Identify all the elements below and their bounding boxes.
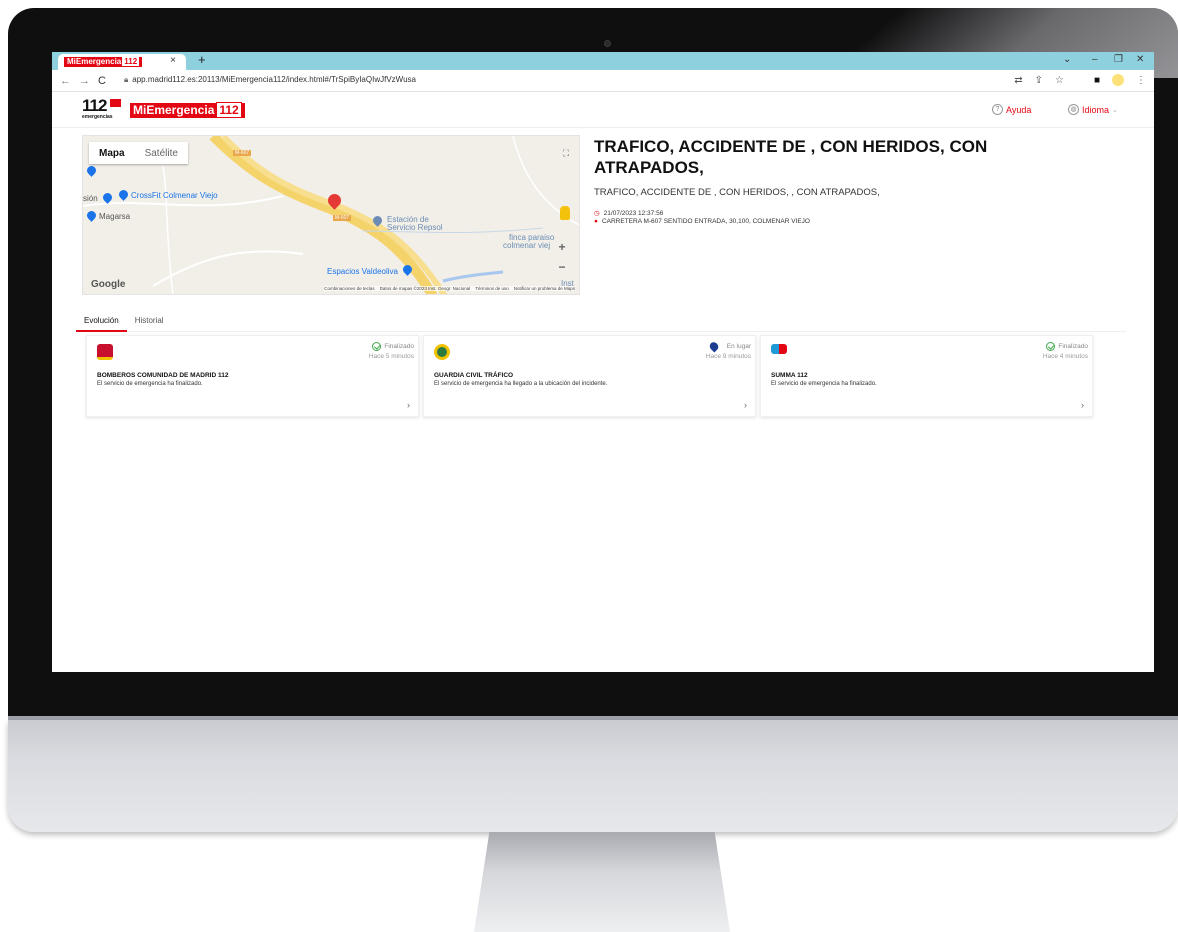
chevron-right-icon[interactable]: › [1081,400,1084,410]
logo-subtitle: emergencias [82,114,113,120]
tab-evolucion[interactable]: Evolución [76,314,127,332]
check-circle-icon [372,342,382,351]
tab-close-icon[interactable]: × [170,55,176,66]
incident-subtitle: TRAFICO, ACCIDENTE DE , CON HERIDOS, , C… [594,187,880,198]
status-time: Hace 5 minutos [368,353,414,360]
logo-112[interactable]: 112 emergencias [82,97,124,120]
map-type-map[interactable]: Mapa [89,148,135,159]
sidepanel-icon[interactable]: ■ [1094,75,1100,86]
camera-icon [604,40,611,47]
map-attr-report[interactable]: Notificar un problema de Maps [514,286,575,291]
map-label-espacios[interactable]: Espacios Valdeoliva [327,267,398,276]
browser-tab[interactable]: MiEmergencia 112 × [58,54,186,70]
map-label-sion: sión [83,194,98,203]
globe-icon: ◍ [1068,104,1079,115]
bookmark-star-icon[interactable]: ☆ [1055,75,1064,86]
map-type-satellite[interactable]: Satélite [135,148,188,159]
url-field[interactable]: 🔒︎ app.madrid112.es:20113/MiEmergencia112… [124,75,416,85]
language-selector[interactable]: ◍ Idioma ⌄ [1068,104,1118,115]
chrome-menu-icon[interactable]: ⋮ [1136,75,1146,86]
map-label-magarsa[interactable]: Magarsa [99,212,130,221]
lock-icon: 🔒︎ [124,75,129,84]
check-circle-icon [1046,342,1056,351]
status-time: Hace 9 minutos [705,353,751,360]
address-bar: ← → C 🔒︎ app.madrid112.es:20113/MiEmergen… [52,70,1154,92]
summa-logo [771,344,787,354]
translate-icon[interactable]: ⇄ [1014,75,1022,86]
language-label: Idioma [1082,104,1110,115]
service-cards: Finalizado Hace 5 minutos BOMBEROS COMUN… [86,335,1122,417]
service-description: El servicio de emergencia ha llegado a l… [434,381,608,387]
incident-map[interactable]: Mapa Satélite sión CrossFit Colmenar Vie… [82,135,580,295]
map-type-switch: Mapa Satélite [89,142,188,164]
incident-title: TRAFICO, ACCIDENTE DE , CON HERIDOS, CON… [594,137,988,177]
help-icon: ? [992,104,1003,115]
close-window-icon[interactable]: ✕ [1136,54,1144,65]
detail-tabs: Evolución Historial [76,314,1126,332]
forward-icon[interactable]: → [79,75,90,87]
status-badge: En lugar [707,340,751,353]
share-icon[interactable]: ⇪ [1035,75,1043,86]
service-card-bomberos[interactable]: Finalizado Hace 5 minutos BOMBEROS COMUN… [86,335,419,417]
map-attribution: Combinaciones de teclas Datos de mapas ©… [324,286,575,291]
chevron-right-icon[interactable]: › [407,400,410,410]
minimize-icon[interactable]: – [1092,54,1098,65]
app-header: 112 emergencias MiEmergencia 112 ? Ayuda … [52,92,1154,128]
zoom-in-button[interactable]: + [553,240,571,256]
incident-datetime-row: ◷ 21/07/2023 12:37:56 [594,209,664,218]
fullscreen-icon[interactable]: ⛶ [557,146,575,162]
tab-search-icon[interactable]: ⌄ [1063,54,1071,65]
service-card-summa[interactable]: Finalizado Hace 4 minutos SUMMA 112 El s… [760,335,1093,417]
service-card-guardia-civil[interactable]: En lugar Hace 9 minutos GUARDIA CIVIL TR… [423,335,756,417]
status-badge: Finalizado [1046,342,1088,351]
service-name: GUARDIA CIVIL TRÁFICO [434,372,514,379]
service-description: El servicio de emergencia ha finalizado. [771,381,877,387]
map-label-station-2[interactable]: Servicio Repsol [387,223,443,232]
map-label-colmenar[interactable]: colmenar viej [503,241,550,250]
reload-icon[interactable]: C [98,75,106,87]
clock-icon: ◷ [594,210,600,217]
map-attr-data: Datos de mapas ©2023 Inst. Geogr. Nacion… [379,286,471,291]
brand-logo[interactable]: MiEmergencia 112 [130,102,245,118]
zoom-out-button[interactable]: − [553,260,571,276]
location-shield-icon [707,340,720,353]
chevron-down-icon: ⌄ [1112,106,1118,114]
location-icon: ● [594,218,598,225]
tab-title: MiEmergencia 112 [64,57,143,67]
monitor-stand [474,832,730,932]
google-logo: Google [91,279,126,290]
desktop-scene: MiEmergencia 112 × + ⌄ – ❐ ✕ ← → C 🔒︎ app.… [0,0,1178,932]
service-name: BOMBEROS COMUNIDAD DE MADRID 112 [97,372,229,379]
incident-address-row: ● CARRETERA M-607 SENTIDO ENTRADA, 30,10… [594,218,810,225]
service-name: SUMMA 112 [771,372,808,379]
help-label: Ayuda [1006,104,1032,115]
service-description: El servicio de emergencia ha finalizado. [97,381,203,387]
back-icon[interactable]: ← [60,75,71,87]
map-attr-terms[interactable]: Términos de uso [475,286,509,291]
monitor-chin [8,720,1178,832]
street-view-icon[interactable] [560,206,570,220]
profile-avatar[interactable] [1112,74,1124,86]
bomberos-logo [97,344,113,360]
map-label-crossfit[interactable]: CrossFit Colmenar Viejo [131,191,218,200]
status-badge: Finalizado [372,342,414,351]
incident-address: CARRETERA M-607 SENTIDO ENTRADA, 30,100,… [601,218,810,225]
browser-tabbar: MiEmergencia 112 × + ⌄ – ❐ ✕ [52,52,1154,70]
new-tab-icon[interactable]: + [198,53,206,67]
logo-badge [110,99,121,107]
road-shield: M-607 [333,215,352,221]
map-attr-shortcuts[interactable]: Combinaciones de teclas [324,286,374,291]
road-shield: M-607 [233,150,252,156]
tab-historial[interactable]: Historial [127,314,172,332]
guardia-civil-logo [434,344,450,360]
help-link[interactable]: ? Ayuda [992,104,1031,115]
screen: MiEmergencia 112 × + ⌄ – ❐ ✕ ← → C 🔒︎ app.… [52,52,1154,672]
incident-datetime: 21/07/2023 12:37:56 [603,209,664,217]
chevron-right-icon[interactable]: › [744,400,747,410]
status-time: Hace 4 minutos [1042,353,1088,360]
address-bar-icons: ⇄ ⇪ ☆ ■ ⋮ [1014,74,1146,86]
restore-icon[interactable]: ❐ [1114,54,1123,65]
